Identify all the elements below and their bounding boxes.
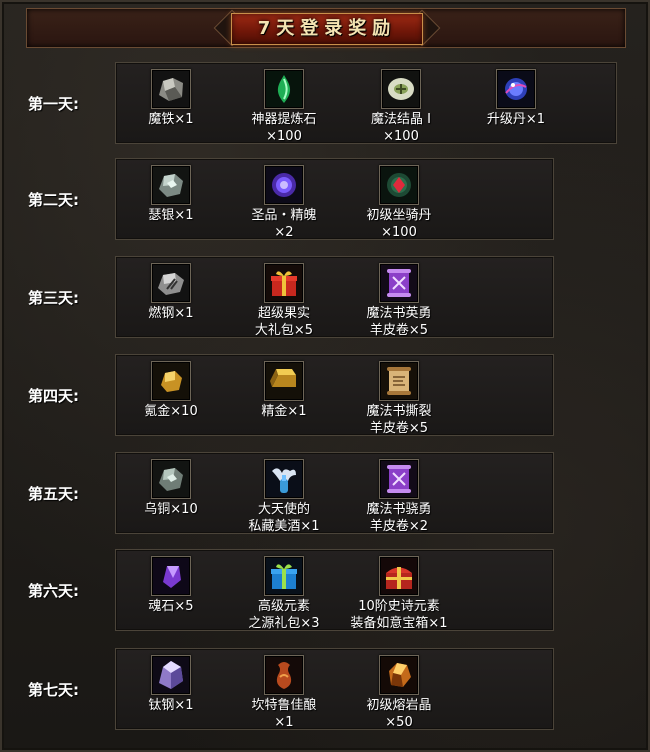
day-label: 第二天:: [28, 191, 79, 209]
reward-item[interactable]: 钛钢×1: [116, 649, 226, 729]
rune-stone-icon[interactable]: [381, 69, 421, 109]
reward-item-label: 大天使的 私藏美酒×1: [248, 502, 320, 534]
reward-item-label: 钛钢×1: [148, 698, 194, 713]
reward-item[interactable]: 10阶史诗元素 装备如意宝箱×1: [344, 550, 454, 631]
day-label: 第四天:: [28, 387, 79, 405]
title-banner: 7天登录奖励: [26, 8, 626, 48]
reward-item[interactable]: 魔法书英勇 羊皮卷×5: [344, 257, 454, 338]
reward-item-label: 圣品・精魄 ×2: [251, 208, 317, 240]
reward-item[interactable]: 初级坐骑丹 ×100: [344, 159, 454, 240]
red-gem-orb-icon[interactable]: [379, 165, 419, 205]
reward-item-label: 升级丹×1: [486, 112, 546, 127]
parchment-scroll-icon[interactable]: [379, 361, 419, 401]
reward-item-label: 魔铁×1: [148, 112, 194, 127]
reward-item[interactable]: 魔法书骁勇 羊皮卷×2: [344, 453, 454, 534]
reward-row-panel: 乌铜×10 大天使的 私藏美酒×1 魔法书骁勇 羊皮卷×2: [115, 452, 554, 534]
angel-wine-icon[interactable]: [264, 459, 304, 499]
reward-row-panel: 燃钢×1 超级果实 大礼包×5 魔法书英勇 羊皮卷×5: [115, 256, 554, 338]
blue-orb-icon[interactable]: [496, 69, 536, 109]
reward-item[interactable]: 精金×1: [229, 355, 339, 435]
reward-item[interactable]: 瑟银×1: [116, 159, 226, 239]
steel-ore-icon[interactable]: [151, 263, 191, 303]
reward-item[interactable]: 初级熔岩晶 ×50: [344, 649, 454, 730]
reward-item-label: 高级元素 之源礼包×3: [248, 599, 320, 631]
day-label: 第三天:: [28, 289, 79, 307]
reward-item-label: 初级坐骑丹 ×100: [366, 208, 432, 240]
purple-orb-icon[interactable]: [264, 165, 304, 205]
reward-item[interactable]: 圣品・精魄 ×2: [229, 159, 339, 240]
day-label: 第一天:: [28, 95, 79, 113]
reward-item-label: 魔法结晶 I ×100: [371, 112, 431, 144]
iron-ore-icon[interactable]: [151, 69, 191, 109]
reward-item-label: 魔法书撕裂 羊皮卷×5: [366, 404, 432, 436]
lava-crystal-icon[interactable]: [379, 655, 419, 695]
day-label: 第七天:: [28, 681, 79, 699]
reward-row-panel: 钛钢×1 坎特鲁佳酿 ×1 初级熔岩晶 ×50: [115, 648, 554, 730]
gift-box-blue-icon[interactable]: [264, 556, 304, 596]
reward-row-panel: 氪金×10 精金×1 魔法书撕裂 羊皮卷×5: [115, 354, 554, 436]
purple-scroll-icon[interactable]: [379, 263, 419, 303]
reward-item-label: 乌铜×10: [144, 502, 198, 517]
reward-item-label: 氪金×10: [144, 404, 198, 419]
reward-item[interactable]: 魔法书撕裂 羊皮卷×5: [344, 355, 454, 436]
reward-item[interactable]: 高级元素 之源礼包×3: [229, 550, 339, 631]
reward-item[interactable]: 魔法结晶 I ×100: [346, 63, 456, 144]
copper-ore-icon[interactable]: [151, 459, 191, 499]
treasure-chest-icon[interactable]: [379, 556, 419, 596]
reward-item[interactable]: 超级果实 大礼包×5: [229, 257, 339, 338]
reward-row-panel: 瑟银×1 圣品・精魄 ×2 初级坐骑丹 ×100: [115, 158, 554, 240]
gold-nugget-icon[interactable]: [151, 361, 191, 401]
reward-item-label: 坎特鲁佳酿 ×1: [251, 698, 317, 730]
reward-item-label: 初级熔岩晶 ×50: [366, 698, 432, 730]
gold-bar-icon[interactable]: [264, 361, 304, 401]
wine-gourd-icon[interactable]: [264, 655, 304, 695]
titanium-crystal-icon[interactable]: [151, 655, 191, 695]
reward-item[interactable]: 大天使的 私藏美酒×1: [229, 453, 339, 534]
reward-item-label: 超级果实 大礼包×5: [254, 306, 314, 338]
reward-item[interactable]: 燃钢×1: [116, 257, 226, 337]
soul-stone-icon[interactable]: [151, 556, 191, 596]
reward-item-label: 魔法书骁勇 羊皮卷×2: [366, 502, 432, 534]
reward-row-panel: 魂石×5 高级元素 之源礼包×3 10阶史诗元素 装备如意宝箱×1: [115, 549, 554, 631]
title-plate: 7天登录奖励: [231, 13, 423, 45]
reward-item[interactable]: 神器提炼石 ×100: [229, 63, 339, 144]
reward-row-panel: 魔铁×1 神器提炼石 ×100 魔法结晶 I ×100 升级丹×1: [115, 62, 617, 144]
reward-item[interactable]: 魂石×5: [116, 550, 226, 630]
reward-item-label: 魂石×5: [148, 599, 194, 614]
gift-box-red-icon[interactable]: [264, 263, 304, 303]
day-label: 第五天:: [28, 485, 79, 503]
reward-item[interactable]: 氪金×10: [116, 355, 226, 435]
day-label: 第六天:: [28, 582, 79, 600]
reward-item[interactable]: 升级丹×1: [461, 63, 571, 143]
reward-item[interactable]: 坎特鲁佳酿 ×1: [229, 649, 339, 730]
reward-item[interactable]: 乌铜×10: [116, 453, 226, 533]
reward-item-label: 燃钢×1: [148, 306, 194, 321]
green-crystal-icon[interactable]: [264, 69, 304, 109]
reward-item[interactable]: 魔铁×1: [116, 63, 226, 143]
reward-item-label: 精金×1: [261, 404, 307, 419]
reward-item-label: 10阶史诗元素 装备如意宝箱×1: [350, 599, 448, 631]
reward-window: 7天登录奖励 第一天: 魔铁×1 神器提炼石 ×100 魔法结晶 I ×100 升级丹×1 第…: [0, 0, 650, 752]
reward-item-label: 神器提炼石 ×100: [251, 112, 317, 144]
silver-ore-icon[interactable]: [151, 165, 191, 205]
reward-item-label: 魔法书英勇 羊皮卷×5: [366, 306, 432, 338]
window-title: 7天登录奖励: [257, 18, 397, 39]
purple-scroll-icon[interactable]: [379, 459, 419, 499]
reward-item-label: 瑟银×1: [148, 208, 194, 223]
